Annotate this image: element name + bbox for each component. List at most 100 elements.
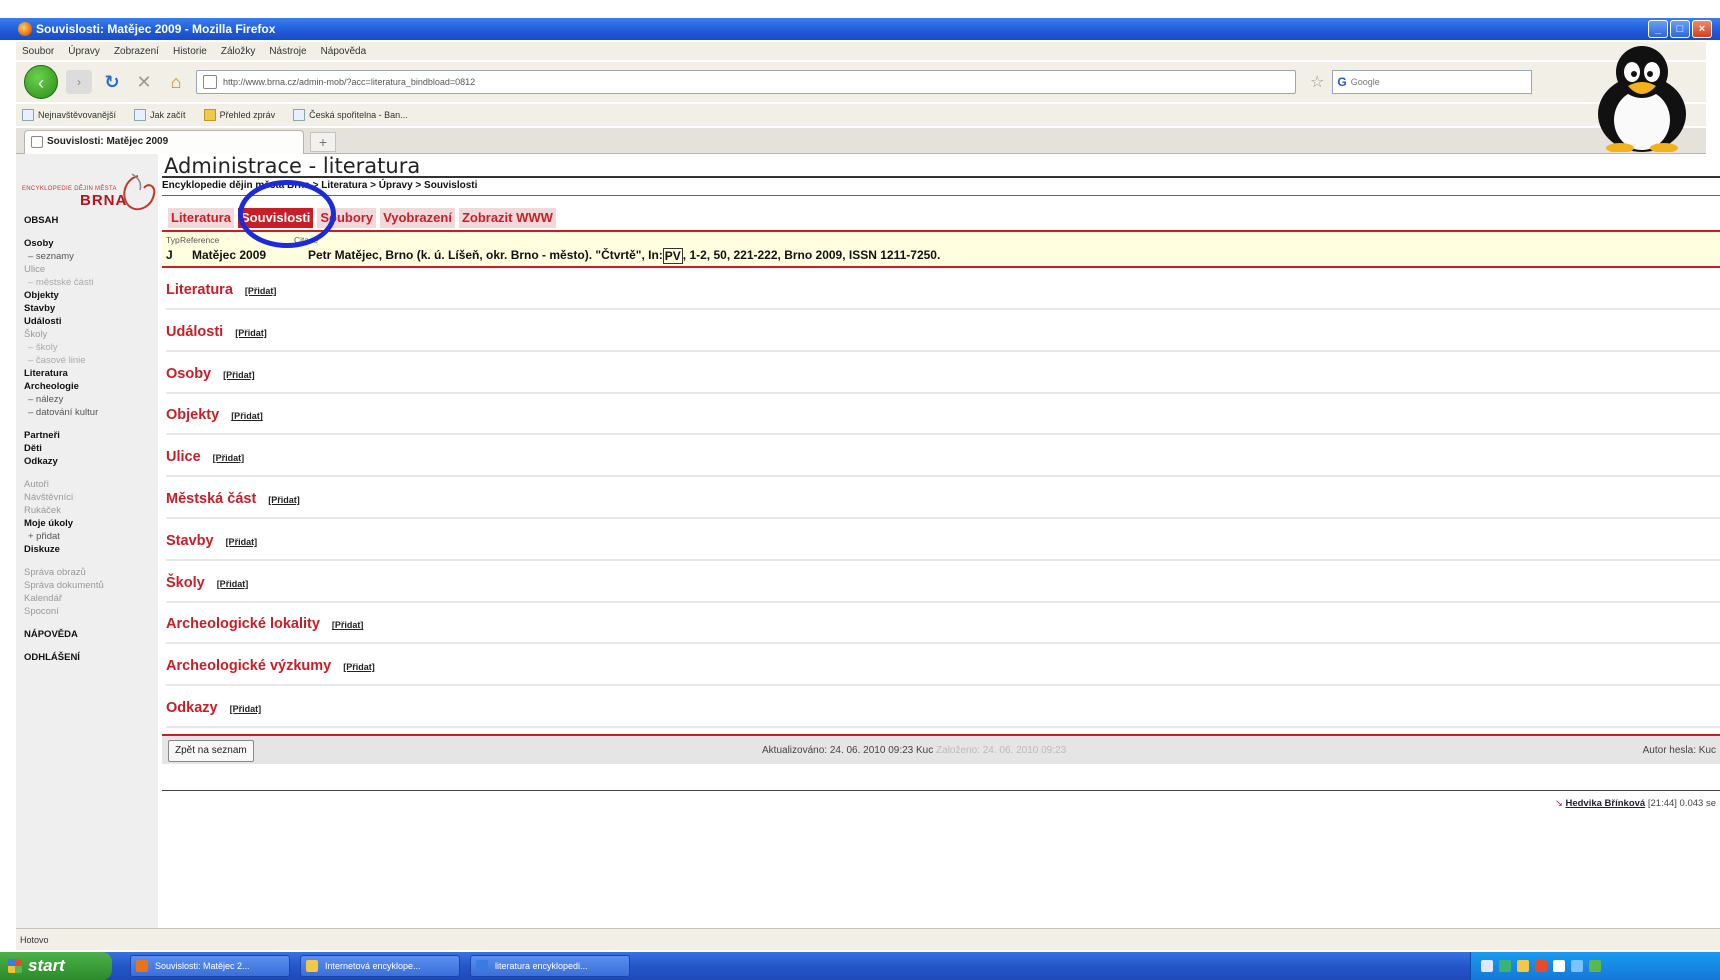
menu-edit[interactable]: Úpravy <box>68 46 100 57</box>
bookmark-label: Přehled zpráv <box>219 110 276 120</box>
minimize-button[interactable]: _ <box>1648 20 1668 38</box>
sidebar-item[interactable]: Rukáček <box>24 504 156 517</box>
system-tray <box>1470 952 1720 980</box>
section-divider <box>166 726 1720 728</box>
sidebar-item[interactable]: Správa obrazů <box>24 566 156 579</box>
tab-literatura[interactable]: Literatura <box>168 208 234 228</box>
reference-box: Typ Reference Citace J Matějec 2009 Petr… <box>162 232 1720 268</box>
menu-bookmarks[interactable]: Záložky <box>221 46 255 57</box>
taskbar-item-document[interactable]: literatura encyklopedi... <box>470 955 630 977</box>
sidebar-item[interactable]: Kalendář <box>24 592 156 605</box>
tray-icon[interactable] <box>1589 960 1601 972</box>
sidebar-item[interactable]: Osoby <box>24 237 156 250</box>
tray-icon[interactable] <box>1553 960 1565 972</box>
add-link[interactable]: [Přidat] <box>213 453 245 463</box>
add-link[interactable]: [Přidat] <box>268 495 300 505</box>
sidebar-item[interactable]: Autoři <box>24 478 156 491</box>
sidebar-item[interactable]: Diskuze <box>24 543 156 556</box>
sidebar-item[interactable]: – nálezy <box>24 393 156 406</box>
sidebar-item[interactable]: – městské části <box>24 276 156 289</box>
sidebar-item[interactable]: Literatura <box>24 367 156 380</box>
site-logo[interactable]: ENCYKLOPEDIE DĚJIN MĚSTA BRNA <box>22 164 156 214</box>
menu-history[interactable]: Historie <box>173 46 207 57</box>
menu-help[interactable]: Nápověda <box>321 46 367 57</box>
back-to-list-button[interactable]: Zpět na seznam <box>168 740 254 762</box>
tab-zobrazit-www[interactable]: Zobrazit WWW <box>458 208 556 228</box>
signature-arrow-icon: ↘ <box>1554 798 1563 809</box>
menu-view[interactable]: Zobrazení <box>114 46 159 57</box>
sidebar-item[interactable]: Stavby <box>24 302 156 315</box>
maximize-button[interactable]: □ <box>1670 20 1690 38</box>
add-link[interactable]: [Přidat] <box>235 328 267 338</box>
reload-icon[interactable]: ↻ <box>100 70 124 94</box>
sidebar-item[interactable]: – školy <box>24 341 156 354</box>
sidebar-item[interactable]: + přidat <box>24 530 156 543</box>
sidebar-item[interactable]: OBSAH <box>24 214 156 227</box>
menu-tools[interactable]: Nástroje <box>269 46 306 57</box>
back-icon[interactable]: ‹ <box>24 65 58 99</box>
window-titlebar: Souvislosti: Matějec 2009 - Mozilla Fire… <box>0 18 1720 40</box>
status-bar: Hotovo <box>16 928 1720 950</box>
relation-section: Stavby [Přidat] <box>166 533 1720 575</box>
add-link[interactable]: [Přidat] <box>217 579 249 589</box>
tray-icon[interactable] <box>1481 960 1493 972</box>
menu-file[interactable]: Soubor <box>22 46 54 57</box>
bookmark-star-icon[interactable]: ☆ <box>1310 72 1324 92</box>
sidebar-item[interactable]: – datování kultur <box>24 406 156 419</box>
search-input[interactable]: G Google <box>1332 70 1533 94</box>
bookmark-most-visited[interactable]: Nejnavštěvovanější <box>22 109 116 121</box>
bookmark-getting-started[interactable]: Jak začít <box>134 109 186 121</box>
add-link[interactable]: [Přidat] <box>332 620 364 630</box>
sidebar-item[interactable]: Události <box>24 315 156 328</box>
signature-name[interactable]: Hedvika Břínková <box>1565 798 1645 809</box>
add-link[interactable]: [Přidat] <box>231 411 263 421</box>
sidebar-item[interactable]: Moje úkoly <box>24 517 156 530</box>
home-icon[interactable]: ⌂ <box>164 70 188 94</box>
sidebar-item[interactable]: Děti <box>24 442 156 455</box>
sidebar-item[interactable]: ODHLÁŠENÍ <box>24 651 156 664</box>
annotation-circle <box>238 180 336 248</box>
sidebar-item[interactable]: Spoconí <box>24 605 156 618</box>
sidebar-item[interactable]: Partneři <box>24 429 156 442</box>
add-link[interactable]: [Přidat] <box>226 537 258 547</box>
bookmarks-toolbar: Nejnavštěvovanější Jak začít Přehled zpr… <box>16 104 1706 126</box>
tab-vyobrazeni[interactable]: Vyobrazení <box>380 208 455 228</box>
add-link[interactable]: [Přidat] <box>230 704 262 714</box>
add-link[interactable]: [Přidat] <box>245 286 277 296</box>
ref-reference: Matějec 2009 <box>192 248 267 262</box>
section-divider <box>166 517 1720 519</box>
tray-icon[interactable] <box>1499 960 1511 972</box>
taskbar-item-firefox[interactable]: Souvislosti: Matějec 2... <box>130 955 290 977</box>
new-tab-button[interactable]: + <box>310 132 336 152</box>
sidebar-item[interactable]: Školy <box>24 328 156 341</box>
tray-icon[interactable] <box>1535 960 1547 972</box>
bookmark-news[interactable]: Přehled zpráv <box>203 109 276 121</box>
updated-text: Aktualizováno: 24. 06. 2010 09:23 Kuc <box>762 745 934 756</box>
tray-icon[interactable] <box>1571 960 1583 972</box>
add-link[interactable]: [Přidat] <box>343 662 375 672</box>
url-bar[interactable]: http://www.brna.cz/admin-mob/?acc=litera… <box>196 70 1296 94</box>
bookmark-bank[interactable]: Česká spořitelna - Ban... <box>293 109 408 121</box>
relation-section: Školy [Přidat] <box>166 575 1720 617</box>
sidebar-item[interactable]: Správa dokumentů <box>24 579 156 592</box>
start-button[interactable]: start <box>0 952 112 980</box>
sidebar-item[interactable]: Odkazy <box>24 455 156 468</box>
sidebar-item[interactable]: Archeologie <box>24 380 156 393</box>
ref-citation-pv: PV <box>662 248 683 264</box>
sidebar-item[interactable]: Ulice <box>24 263 156 276</box>
taskbar-item-folder[interactable]: Internetová encyklope... <box>300 955 460 977</box>
tray-icon[interactable] <box>1517 960 1529 972</box>
section-divider <box>166 684 1720 687</box>
sidebar-item[interactable]: – seznamy <box>24 250 156 263</box>
sidebar-item[interactable]: – časové linie <box>24 354 156 367</box>
close-button[interactable]: × <box>1692 20 1712 38</box>
sidebar-item[interactable]: NÁPOVĚDA <box>24 628 156 641</box>
bookmark-icon <box>22 109 34 121</box>
add-link[interactable]: [Přidat] <box>223 370 255 380</box>
stop-icon[interactable]: ✕ <box>132 70 156 94</box>
bookmark-label: Nejnavštěvovanější <box>38 110 117 120</box>
sidebar-item[interactable]: Návštěvníci <box>24 491 156 504</box>
sidebar-item[interactable]: Objekty <box>24 289 156 302</box>
browser-tab[interactable]: Souvislosti: Matějec 2009 <box>24 130 304 154</box>
forward-icon[interactable]: › <box>66 70 92 94</box>
